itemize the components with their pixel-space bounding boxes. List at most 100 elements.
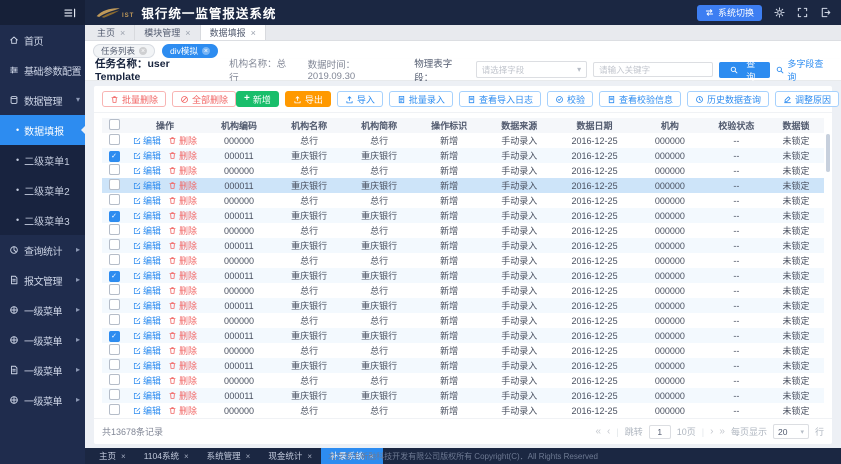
add-button[interactable]: +新增 bbox=[236, 91, 279, 107]
table-row[interactable]: ✓编辑删除000011重庆银行重庆银行新增手动录入2016-12-2500000… bbox=[102, 328, 824, 343]
per-page-select[interactable]: 20▾ bbox=[773, 424, 809, 439]
delete-link[interactable]: 删除 bbox=[168, 284, 197, 297]
edit-link[interactable]: 编辑 bbox=[133, 134, 161, 147]
table-row[interactable]: 编辑删除000011重庆银行重庆银行新增手动录入2016-12-25000000… bbox=[102, 238, 824, 253]
delete-link[interactable]: 删除 bbox=[168, 359, 197, 372]
sidebar-subitem-submenu1[interactable]: •二级菜单1 bbox=[0, 145, 85, 175]
row-checkbox[interactable]: ✓ bbox=[109, 331, 120, 342]
view-validation-info-button[interactable]: 查看校验信息 bbox=[599, 91, 681, 107]
pager-last-button[interactable]: » bbox=[719, 426, 725, 437]
pager-prev-button[interactable]: ‹ bbox=[607, 426, 610, 437]
tab-home[interactable]: 主页× bbox=[88, 25, 135, 40]
view-import-log-button[interactable]: 查看导入日志 bbox=[459, 91, 541, 107]
edit-link[interactable]: 编辑 bbox=[133, 239, 161, 252]
sidebar-subitem-submenu2[interactable]: •二级菜单2 bbox=[0, 175, 85, 205]
multi-field-query-link[interactable]: 多字段查询 bbox=[776, 57, 831, 83]
table-row[interactable]: ✓编辑删除000011重庆银行重庆银行新增手动录入2016-12-2500000… bbox=[102, 148, 824, 163]
close-icon[interactable]: × bbox=[121, 452, 126, 461]
row-checkbox[interactable] bbox=[109, 254, 120, 265]
bottom-tab-system-manage[interactable]: 系统管理× bbox=[198, 448, 260, 464]
tab-module-manage[interactable]: 模块管理× bbox=[135, 25, 200, 40]
sidebar-item-menu3[interactable]: 一级菜单▸ bbox=[0, 355, 85, 385]
delete-link[interactable]: 删除 bbox=[168, 374, 197, 387]
bottom-tab-home[interactable]: 主页× bbox=[90, 448, 135, 464]
edit-link[interactable]: 编辑 bbox=[133, 389, 161, 402]
row-checkbox[interactable] bbox=[109, 344, 120, 355]
delete-all-button[interactable]: 全部删除 bbox=[172, 91, 236, 107]
export-button[interactable]: 导出 bbox=[285, 91, 331, 107]
row-checkbox[interactable] bbox=[109, 179, 120, 190]
sidebar-item-menu1[interactable]: 一级菜单▸ bbox=[0, 295, 85, 325]
batch-entry-button[interactable]: 批量录入 bbox=[389, 91, 453, 107]
table-row[interactable]: 编辑删除000000总行总行新增手动录入2016-12-25000000--未锁… bbox=[102, 223, 824, 238]
row-checkbox[interactable] bbox=[109, 374, 120, 385]
delete-link[interactable]: 删除 bbox=[168, 299, 197, 312]
row-checkbox[interactable]: ✓ bbox=[109, 271, 120, 282]
row-checkbox[interactable] bbox=[109, 389, 120, 400]
delete-link[interactable]: 删除 bbox=[168, 389, 197, 402]
import-button[interactable]: 导入 bbox=[337, 91, 383, 107]
bottom-tab-1104-system[interactable]: 1104系统× bbox=[135, 448, 198, 464]
edit-link[interactable]: 编辑 bbox=[133, 299, 161, 312]
delete-link[interactable]: 删除 bbox=[168, 254, 197, 267]
close-icon[interactable]: × bbox=[307, 452, 312, 461]
table-row[interactable]: 编辑删除000011重庆银行重庆银行新增手动录入2016-12-25000000… bbox=[102, 388, 824, 403]
table-scrollbar[interactable] bbox=[826, 134, 830, 172]
delete-link[interactable]: 删除 bbox=[168, 404, 197, 417]
system-switch-button[interactable]: 系统切换 bbox=[697, 5, 762, 21]
row-checkbox[interactable] bbox=[109, 284, 120, 295]
pager-first-button[interactable]: « bbox=[595, 426, 601, 437]
select-all-checkbox[interactable] bbox=[109, 119, 120, 130]
table-row[interactable]: 编辑删除000000总行总行新增手动录入2016-12-25000000--未锁… bbox=[102, 313, 824, 328]
delete-link[interactable]: 删除 bbox=[168, 239, 197, 252]
delete-link[interactable]: 删除 bbox=[168, 344, 197, 357]
table-row[interactable]: 编辑删除000000总行总行新增手动录入2016-12-25000000--未锁… bbox=[102, 283, 824, 298]
edit-link[interactable]: 编辑 bbox=[133, 149, 161, 162]
sidebar-item-query-stats[interactable]: 查询统计▸ bbox=[0, 235, 85, 265]
row-checkbox[interactable] bbox=[109, 164, 120, 175]
collapse-sidebar-icon[interactable] bbox=[64, 8, 76, 18]
row-checkbox[interactable] bbox=[109, 194, 120, 205]
edit-link[interactable]: 编辑 bbox=[133, 329, 161, 342]
row-checkbox[interactable] bbox=[109, 134, 120, 145]
table-row[interactable]: 编辑删除000011重庆银行重庆银行新增手动录入2016-12-25000000… bbox=[102, 358, 824, 373]
edit-link[interactable]: 编辑 bbox=[133, 284, 161, 297]
edit-link[interactable]: 编辑 bbox=[133, 179, 161, 192]
table-row[interactable]: 编辑删除000011重庆银行重庆银行新增手动录入2016-12-25000000… bbox=[102, 298, 824, 313]
table-row[interactable]: 编辑删除000000总行总行新增手动录入2016-12-25000000--未锁… bbox=[102, 133, 824, 148]
edit-link[interactable]: 编辑 bbox=[133, 314, 161, 327]
sidebar-item-home[interactable]: 首页 bbox=[0, 25, 85, 55]
history-data-query-button[interactable]: 历史数据查询 bbox=[687, 91, 769, 107]
close-icon[interactable]: × bbox=[120, 28, 125, 38]
edit-link[interactable]: 编辑 bbox=[133, 269, 161, 282]
fullscreen-icon[interactable] bbox=[797, 7, 808, 18]
close-icon[interactable]: × bbox=[369, 452, 374, 461]
edit-link[interactable]: 编辑 bbox=[133, 344, 161, 357]
edit-link[interactable]: 编辑 bbox=[133, 374, 161, 387]
settings-gear-icon[interactable] bbox=[774, 7, 785, 18]
keyword-input[interactable] bbox=[593, 62, 713, 77]
sidebar-item-base-params[interactable]: 基础参数配置▸ bbox=[0, 55, 85, 85]
edit-link[interactable]: 编辑 bbox=[133, 254, 161, 267]
delete-link[interactable]: 删除 bbox=[168, 179, 197, 192]
table-row[interactable]: 编辑删除000000总行总行新增手动录入2016-12-25000000--未锁… bbox=[102, 343, 824, 358]
delete-link[interactable]: 删除 bbox=[168, 269, 197, 282]
close-icon[interactable]: × bbox=[184, 452, 189, 461]
delete-link[interactable]: 删除 bbox=[168, 149, 197, 162]
row-checkbox[interactable] bbox=[109, 224, 120, 235]
row-checkbox[interactable] bbox=[109, 359, 120, 370]
row-checkbox[interactable] bbox=[109, 314, 120, 325]
sidebar-item-data-manage[interactable]: 数据管理▾ bbox=[0, 85, 85, 115]
delete-link[interactable]: 删除 bbox=[168, 164, 197, 177]
table-row[interactable]: 编辑删除000000总行总行新增手动录入2016-12-25000000--未锁… bbox=[102, 373, 824, 388]
table-row[interactable]: 编辑删除000011重庆银行重庆银行新增手动录入2016-12-25000000… bbox=[102, 178, 824, 193]
edit-link[interactable]: 编辑 bbox=[133, 224, 161, 237]
delete-link[interactable]: 删除 bbox=[168, 194, 197, 207]
table-row[interactable]: ✓编辑删除000011重庆银行重庆银行新增手动录入2016-12-2500000… bbox=[102, 268, 824, 283]
adjust-reason-button[interactable]: 调整原因 bbox=[775, 91, 839, 107]
sidebar-subitem-data-entry[interactable]: •数据填报 bbox=[0, 115, 85, 145]
delete-link[interactable]: 删除 bbox=[168, 224, 197, 237]
validate-button[interactable]: 校验 bbox=[547, 91, 593, 107]
delete-link[interactable]: 删除 bbox=[168, 314, 197, 327]
table-row[interactable]: 编辑删除000000总行总行新增手动录入2016-12-25000000--未锁… bbox=[102, 163, 824, 178]
